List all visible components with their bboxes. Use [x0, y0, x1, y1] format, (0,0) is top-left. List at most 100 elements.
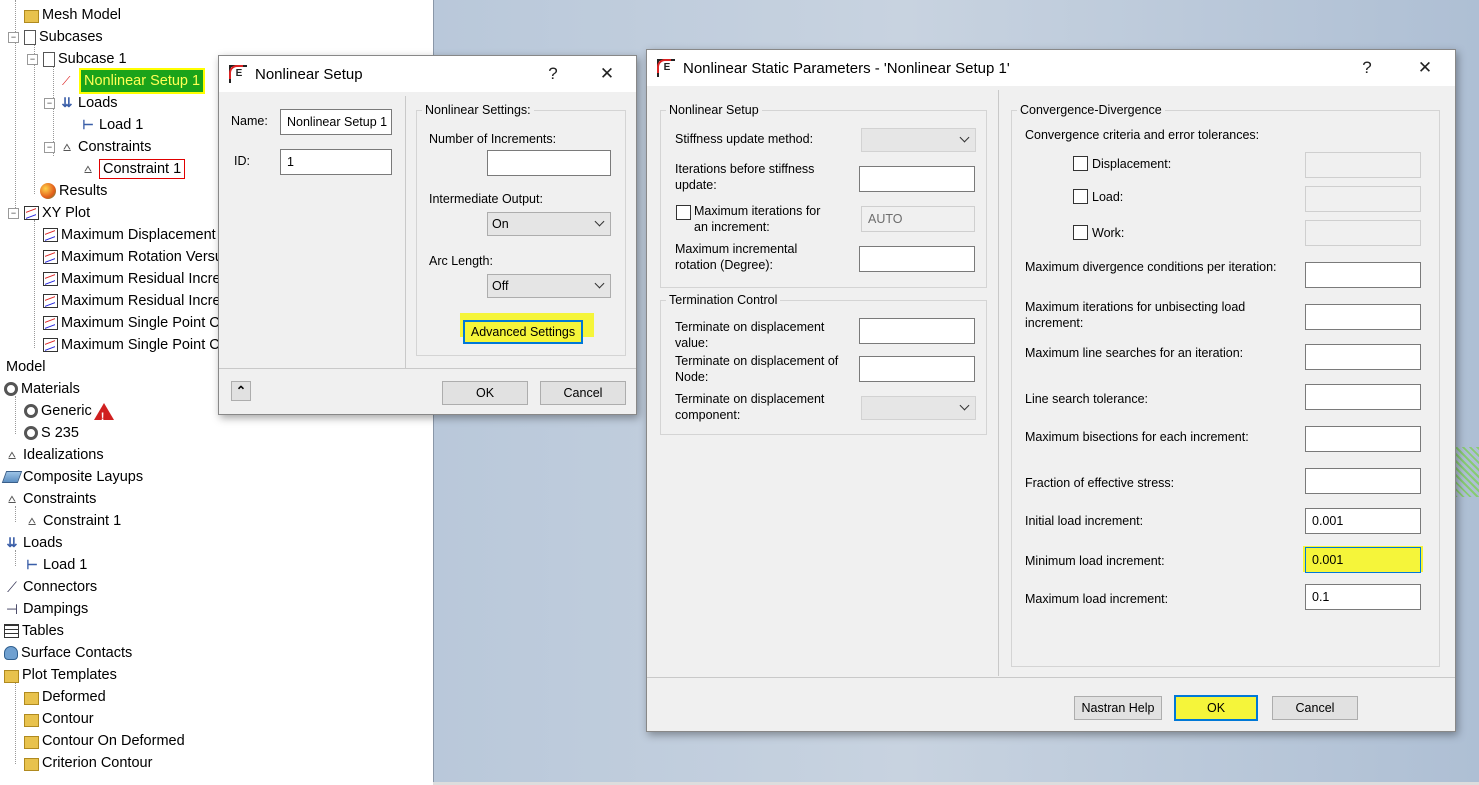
- tree-item-generic[interactable]: Generic: [24, 400, 114, 428]
- fraction-stress-input[interactable]: [1305, 468, 1421, 494]
- work-checkbox[interactable]: [1073, 225, 1088, 240]
- tree-item-plot[interactable]: Maximum Displacement: [43, 224, 216, 246]
- dialog-title: Nonlinear Setup: [255, 65, 363, 83]
- tree-item-nonlinear-setup-1[interactable]: ⟋ Nonlinear Setup 1: [62, 68, 206, 94]
- line-search-tolerance-input[interactable]: [1305, 384, 1421, 410]
- displacement-tolerance-input[interactable]: [1305, 152, 1421, 178]
- tree-item-constraints-model[interactable]: ⩟ Constraints: [4, 488, 96, 510]
- line-search-tolerance-label: Line search tolerance:: [1025, 392, 1148, 406]
- max-load-input[interactable]: 0.1: [1305, 584, 1421, 610]
- tree-item-contour[interactable]: Contour: [24, 708, 94, 730]
- cancel-button[interactable]: Cancel: [540, 381, 626, 405]
- ok-button[interactable]: OK: [442, 381, 528, 405]
- group-title: Convergence-Divergence: [1017, 102, 1165, 118]
- tree-item-materials[interactable]: Materials: [4, 378, 80, 400]
- tree-item-constraint-1-model[interactable]: ⩟ Constraint 1: [24, 510, 121, 532]
- max-iterations-input[interactable]: AUTO: [861, 206, 975, 232]
- name-input[interactable]: Nonlinear Setup 1: [280, 109, 392, 135]
- load-label: Load:: [1092, 190, 1124, 204]
- term-displacement-label: Terminate on displacement value:: [675, 320, 825, 350]
- tree-item-dampings[interactable]: ⊣ Dampings: [4, 598, 88, 620]
- tree-line: [15, 396, 16, 434]
- tree-item-constraints[interactable]: − ⩟ Constraints: [44, 136, 151, 158]
- collapse-icon[interactable]: −: [27, 54, 38, 65]
- load-tolerance-input[interactable]: [1305, 186, 1421, 212]
- id-label: ID:: [234, 154, 250, 168]
- tree-item-loads[interactable]: − ⇊ Loads: [44, 92, 118, 114]
- initial-load-input[interactable]: 0.001: [1305, 508, 1421, 534]
- work-tolerance-input[interactable]: [1305, 220, 1421, 246]
- results-icon: [40, 183, 56, 199]
- advanced-settings-button[interactable]: Advanced Settings: [463, 320, 583, 344]
- tree-item-contour-on-deformed[interactable]: Contour On Deformed: [24, 730, 185, 752]
- tree-item-surface-contacts[interactable]: Surface Contacts: [4, 642, 132, 664]
- tree-item-load-1[interactable]: ⊢ Load 1: [80, 114, 143, 136]
- arc-length-select[interactable]: Off: [487, 274, 611, 298]
- tree-item-label: Criterion Contour: [42, 755, 153, 771]
- help-button[interactable]: ?: [535, 56, 571, 92]
- collapse-icon[interactable]: −: [8, 32, 19, 43]
- tree-item-s235[interactable]: S 235: [24, 422, 79, 444]
- tree-item-results[interactable]: Results: [40, 180, 107, 202]
- collapse-icon[interactable]: −: [44, 98, 55, 109]
- tree-item-deformed[interactable]: Deformed: [24, 686, 106, 708]
- close-button[interactable]: ✕: [589, 56, 625, 92]
- max-rotation-input[interactable]: [859, 246, 975, 272]
- tree-item-loads-model[interactable]: ⇊ Loads: [4, 532, 63, 554]
- tree-item-label: Mesh Model: [42, 7, 121, 23]
- output-select[interactable]: On: [487, 212, 611, 236]
- collapse-icon[interactable]: −: [44, 142, 55, 153]
- tree-item-criterion-contour[interactable]: Criterion Contour: [24, 752, 152, 774]
- min-load-input[interactable]: 0.001: [1305, 547, 1421, 573]
- collapse-icon[interactable]: −: [8, 208, 19, 219]
- max-unbisecting-input[interactable]: [1305, 304, 1421, 330]
- id-input[interactable]: 1: [280, 149, 392, 175]
- load-checkbox[interactable]: [1073, 189, 1088, 204]
- tree-item-label: Generic: [41, 403, 92, 419]
- nonlinear-static-parameters-dialog: E Nonlinear Static Parameters - 'Nonline…: [646, 49, 1456, 732]
- tree-item-label: Idealizations: [23, 447, 104, 463]
- tree-item-label: Loads: [78, 95, 118, 111]
- displacement-checkbox[interactable]: [1073, 156, 1088, 171]
- constraints-icon: ⩟: [63, 139, 71, 154]
- term-node-input[interactable]: [859, 356, 975, 382]
- iterations-stiffness-input[interactable]: [859, 166, 975, 192]
- help-button[interactable]: ?: [1349, 50, 1385, 86]
- tree-item-load-1-model[interactable]: ⊢ Load 1: [24, 554, 87, 576]
- tree-item-xy-plot[interactable]: − XY Plot: [6, 202, 90, 224]
- ok-button[interactable]: OK: [1174, 695, 1258, 721]
- collapse-button[interactable]: ⌃: [231, 381, 251, 401]
- folder-icon: [24, 713, 39, 727]
- tree-item-idealizations[interactable]: ⩟ Idealizations: [4, 444, 104, 466]
- tree-item-tables[interactable]: Tables: [4, 620, 64, 642]
- max-divergence-input[interactable]: [1305, 262, 1421, 288]
- close-button[interactable]: ✕: [1407, 50, 1443, 86]
- tree-item-mesh-model[interactable]: Mesh Model: [24, 4, 121, 26]
- tree-item-connectors[interactable]: ⟋ Connectors: [4, 576, 97, 598]
- folder-icon: [4, 669, 19, 683]
- stiffness-select[interactable]: [861, 128, 976, 152]
- term-displacement-input[interactable]: [859, 318, 975, 344]
- tree-item-composite-layups[interactable]: Composite Layups: [1, 466, 143, 488]
- cancel-button[interactable]: Cancel: [1272, 696, 1358, 720]
- tree-item-plot[interactable]: Maximum Rotation Versus: [43, 246, 230, 268]
- term-component-select[interactable]: [861, 396, 976, 420]
- tree-item-constraint-1[interactable]: ⩟ Constraint 1: [80, 158, 186, 180]
- tree-item-subcases[interactable]: − Subcases: [6, 26, 103, 48]
- tree-item-subcase-1[interactable]: − Subcase 1: [25, 48, 127, 70]
- max-iterations-checkbox[interactable]: [676, 205, 691, 220]
- chevron-down-icon: [959, 132, 970, 143]
- app-logo-icon: E: [229, 65, 247, 83]
- dialog-title-bar[interactable]: E Nonlinear Static Parameters - 'Nonline…: [647, 50, 1455, 86]
- tree-item-label: Constraint 1: [99, 159, 186, 179]
- tree-item-model[interactable]: Model: [6, 356, 46, 378]
- max-line-searches-input[interactable]: [1305, 344, 1421, 370]
- dialog-title-bar[interactable]: E Nonlinear Setup ? ✕: [219, 56, 636, 92]
- tree-line: [34, 220, 35, 348]
- material-icon: [24, 426, 38, 440]
- increments-input[interactable]: [487, 150, 611, 176]
- max-bisections-input[interactable]: [1305, 426, 1421, 452]
- tree-item-label: Subcase 1: [58, 51, 127, 67]
- tree-item-plot-templates[interactable]: Plot Templates: [4, 664, 117, 686]
- nastran-help-button[interactable]: Nastran Help: [1074, 696, 1162, 720]
